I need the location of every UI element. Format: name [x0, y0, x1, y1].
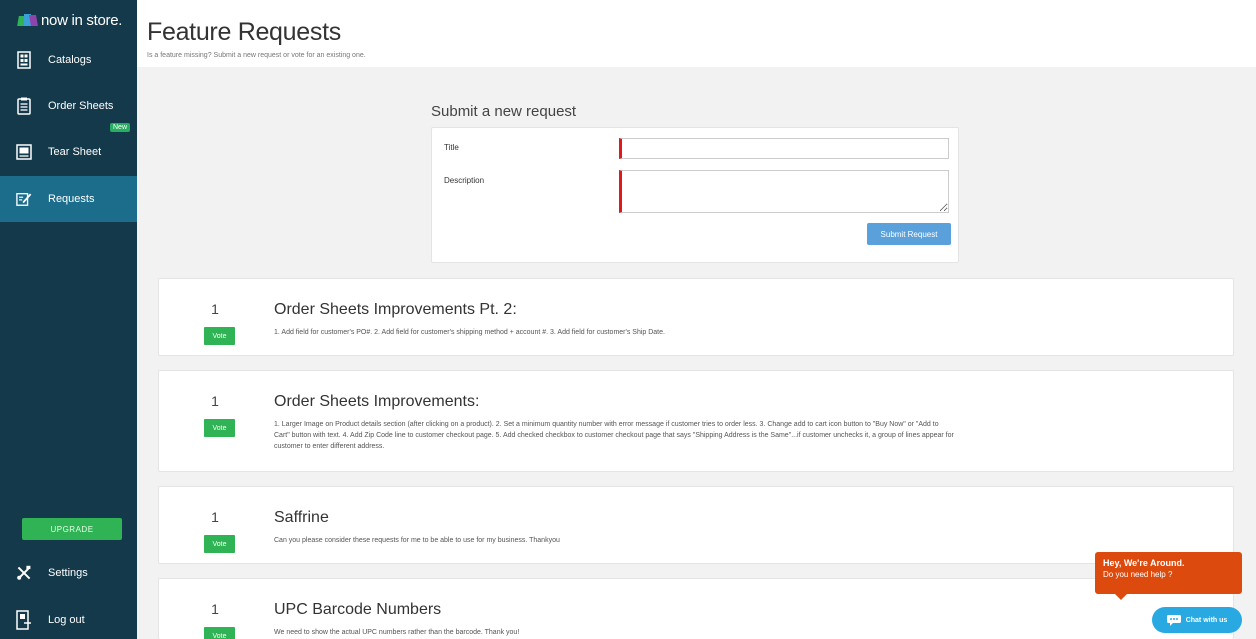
- tools-icon: [16, 563, 32, 583]
- sidebar-item-requests[interactable]: Requests: [0, 176, 137, 222]
- chat-icon: [1166, 614, 1181, 626]
- sidebar-item-tear-sheet[interactable]: Tear Sheet New: [0, 123, 137, 175]
- sidebar-item-catalogs[interactable]: Catalogs: [0, 37, 137, 83]
- tear-sheet-icon: [16, 142, 32, 162]
- request-title: Order Sheets Improvements Pt. 2:: [274, 301, 517, 318]
- new-badge: New: [110, 123, 131, 132]
- sidebar-item-label: Settings: [48, 567, 88, 579]
- sidebar-item-label: Log out: [48, 614, 85, 626]
- request-title: Saffrine: [274, 509, 329, 526]
- request-description: Can you please consider these requests f…: [274, 537, 560, 544]
- request-card: 1 Vote UPC Barcode Numbers We need to sh…: [158, 578, 1234, 639]
- chat-greeting-subheading: Do you need help ?: [1103, 570, 1173, 579]
- description-textarea[interactable]: [619, 170, 949, 213]
- vote-button[interactable]: Vote: [204, 327, 235, 345]
- form-heading: Submit a new request: [431, 103, 577, 120]
- request-card: 1 Vote Order Sheets Improvements: 1. Lar…: [158, 370, 1234, 472]
- upgrade-button[interactable]: UPGRADE: [22, 518, 122, 540]
- page-title: Feature Requests: [147, 18, 341, 46]
- logout-icon: [16, 610, 32, 630]
- request-card: 1 Vote Saffrine Can you please consider …: [158, 486, 1234, 564]
- request-form: Title Description Submit Request: [431, 127, 959, 263]
- sidebar-item-label: Order Sheets: [48, 100, 114, 112]
- vote-count: 1: [211, 601, 219, 617]
- order-sheet-icon: [16, 96, 32, 116]
- sidebar: now in store. Catalogs Order Sheets Tear…: [0, 0, 137, 639]
- request-description: 1. Larger Image on Product details secti…: [274, 421, 954, 450]
- logo-icon: [17, 13, 38, 27]
- sidebar-item-label: Tear Sheet: [48, 146, 102, 158]
- vote-button[interactable]: Vote: [204, 627, 235, 639]
- chat-with-us-button[interactable]: Chat with us: [1152, 607, 1242, 633]
- request-title: UPC Barcode Numbers: [274, 601, 442, 618]
- chat-button-label: Chat with us: [1185, 616, 1228, 624]
- request-description: 1. Add field for customer's PO#. 2. Add …: [274, 329, 665, 336]
- title-label: Title: [444, 143, 459, 152]
- logo-text: now in store.: [41, 11, 123, 29]
- app-logo[interactable]: now in store.: [17, 10, 123, 30]
- requests-icon: [16, 189, 32, 209]
- sidebar-item-label: Catalogs: [48, 54, 92, 66]
- request-card: 1 Vote Order Sheets Improvements Pt. 2: …: [158, 278, 1234, 356]
- title-input[interactable]: [619, 138, 949, 159]
- sidebar-item-settings[interactable]: Settings: [0, 550, 137, 596]
- request-title: Order Sheets Improvements:: [274, 393, 480, 410]
- sidebar-item-logout[interactable]: Log out: [0, 597, 137, 639]
- chat-greeting-bubble[interactable]: Hey, We're Around. Do you need help ?: [1095, 552, 1242, 600]
- vote-button[interactable]: Vote: [204, 419, 235, 437]
- submit-request-button[interactable]: Submit Request: [867, 223, 951, 245]
- catalog-icon: [16, 50, 32, 70]
- description-label: Description: [444, 176, 485, 185]
- chat-greeting-heading: Hey, We're Around.: [1103, 558, 1185, 568]
- page-subtitle: Is a feature missing? Submit a new reque…: [147, 52, 366, 59]
- vote-count: 1: [211, 393, 219, 409]
- vote-button[interactable]: Vote: [204, 535, 235, 553]
- vote-count: 1: [211, 301, 219, 317]
- request-description: We need to show the actual UPC numbers r…: [274, 629, 520, 636]
- sidebar-item-label: Requests: [48, 193, 95, 205]
- vote-count: 1: [211, 509, 219, 525]
